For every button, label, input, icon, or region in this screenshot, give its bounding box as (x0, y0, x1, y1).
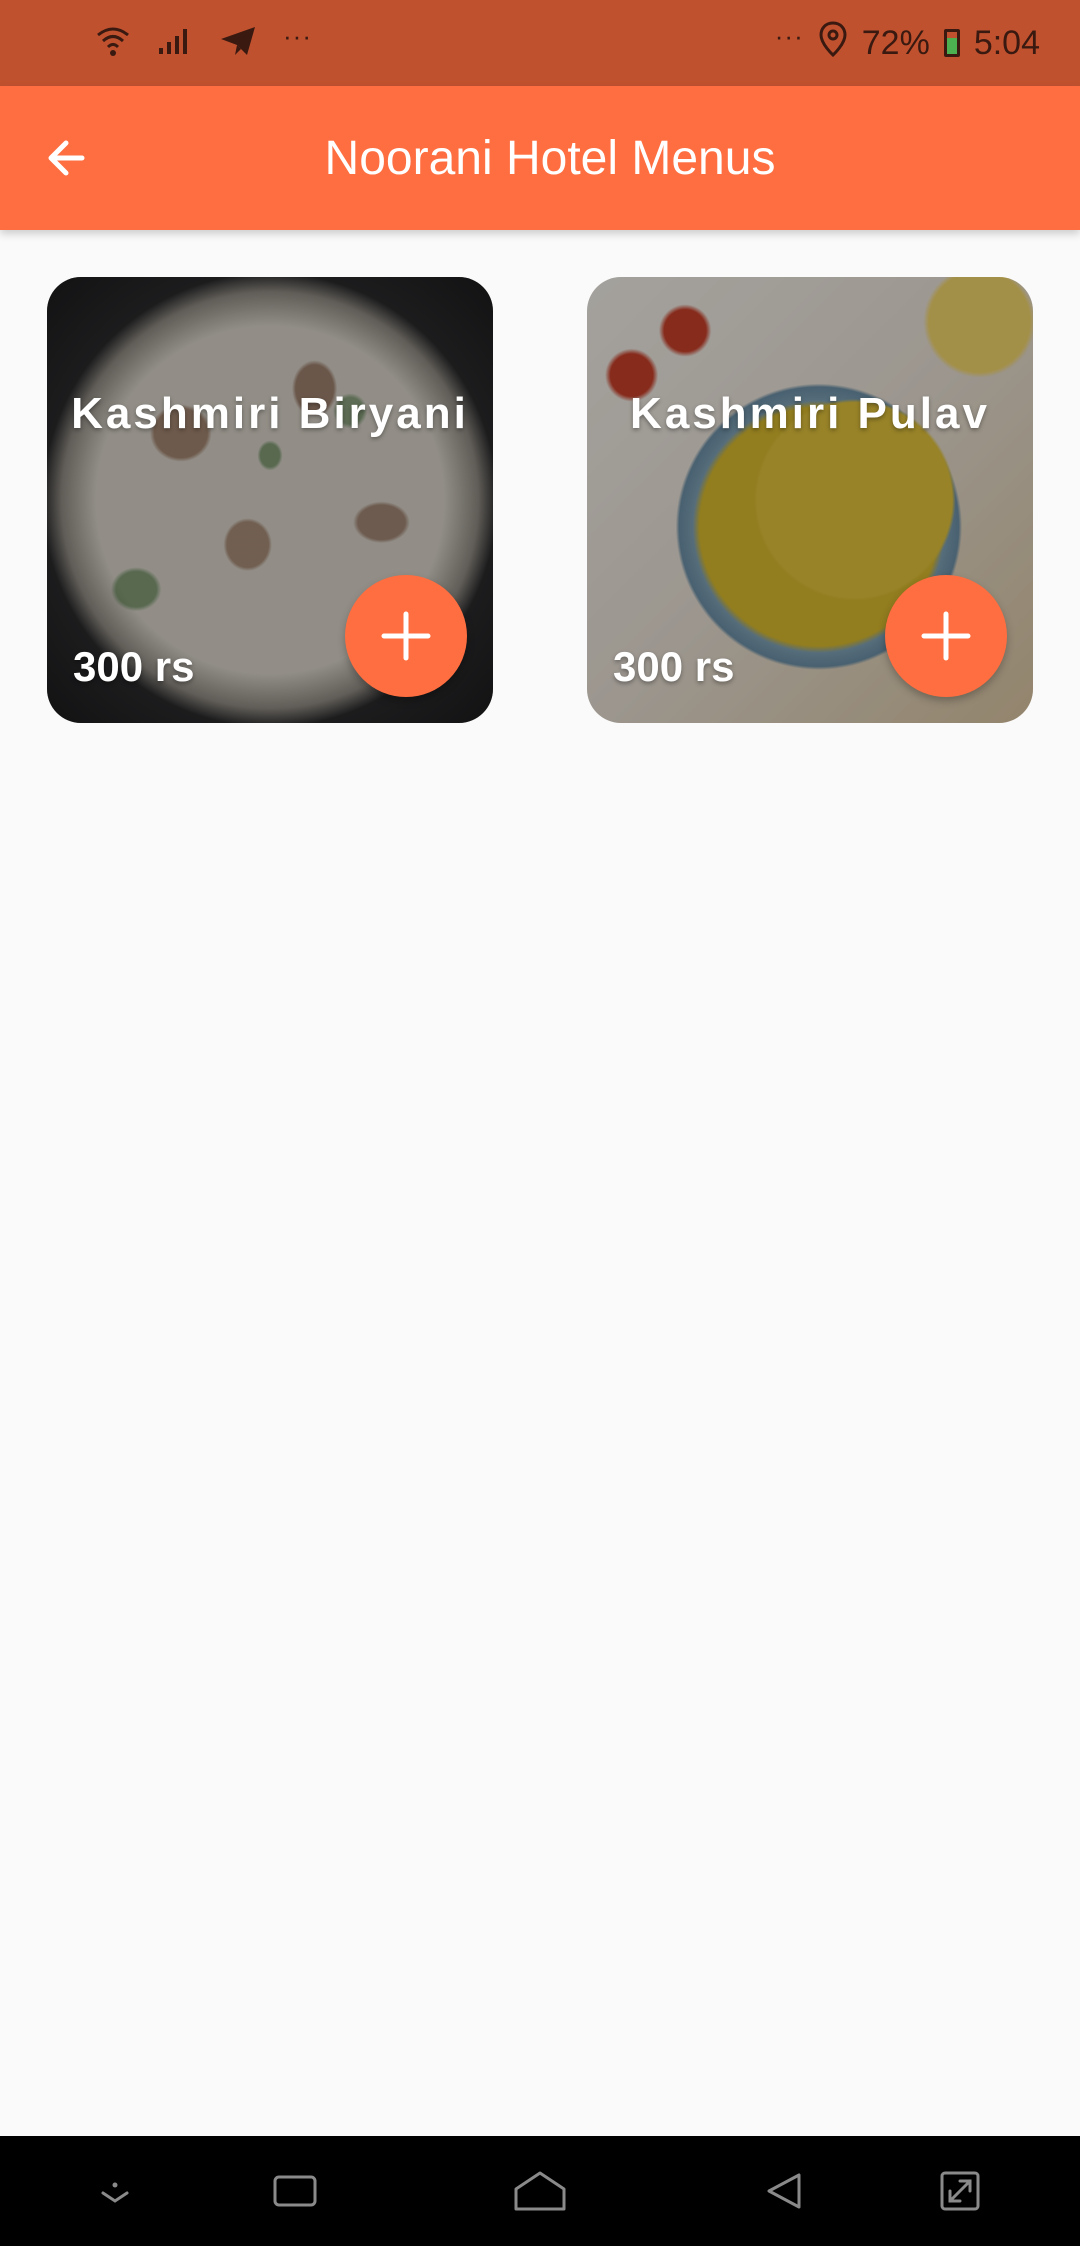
menu-item-name: Kashmiri Pulav (630, 389, 990, 438)
notification-down-icon (101, 2182, 129, 2203)
menu-item-name: Kashmiri Biryani (71, 389, 469, 438)
menu-card-kashmiri-biryani[interactable]: Kashmiri Biryani 300 rs (47, 277, 493, 723)
page-title: Noorani Hotel Menus (324, 131, 776, 185)
plus-icon (921, 611, 971, 661)
telegram-icon (219, 25, 257, 62)
battery-percent: 72% (861, 23, 930, 62)
clock-time: 5:04 (973, 23, 1040, 62)
wifi-icon (95, 23, 131, 64)
app-bar: Noorani Hotel Menus (0, 86, 1080, 230)
status-left: ··· (95, 0, 312, 86)
system-navigation-bar (0, 2136, 1080, 2246)
status-right: ··· 72% 5:04 (775, 0, 1040, 86)
page-title-container: Noorani Hotel Menus (0, 86, 1080, 230)
status-bar: ··· ··· 72% 5:04 (0, 0, 1080, 86)
plus-icon (381, 611, 431, 661)
status-more-left: ··· (283, 20, 312, 51)
add-to-cart-button[interactable] (345, 575, 467, 697)
back-nav-button[interactable] (750, 2156, 820, 2226)
recent-apps-icon (273, 2175, 317, 2207)
home-button[interactable] (505, 2156, 575, 2226)
battery-icon (943, 29, 960, 57)
notification-down-button[interactable] (80, 2156, 150, 2226)
home-icon (514, 2171, 566, 2211)
add-to-cart-button[interactable] (885, 575, 1007, 697)
menu-item-price: 300 rs (613, 643, 735, 690)
location-icon (818, 20, 848, 66)
signal-icon (157, 26, 193, 61)
back-triangle-icon (767, 2173, 801, 2209)
rotate-screen-button[interactable] (925, 2156, 995, 2226)
menu-item-price: 300 rs (73, 643, 195, 690)
menu-card-kashmiri-pulav[interactable]: Kashmiri Pulav 300 rs (587, 277, 1033, 723)
rotate-screen-icon (940, 2171, 980, 2211)
recent-apps-button[interactable] (260, 2156, 330, 2226)
status-more-right: ··· (774, 20, 804, 51)
